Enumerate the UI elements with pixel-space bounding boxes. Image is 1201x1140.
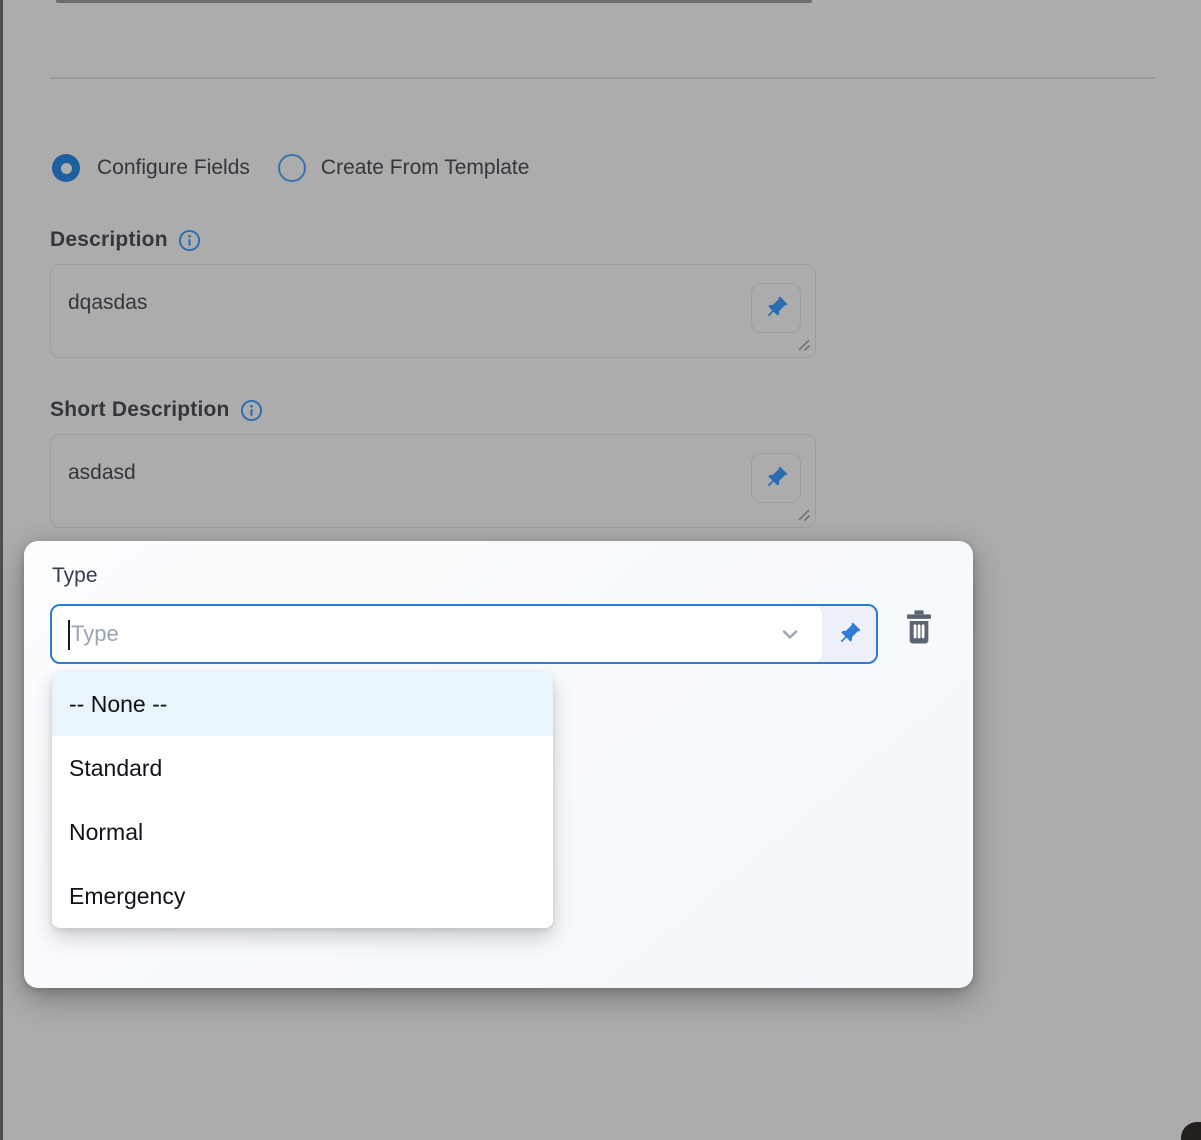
info-icon[interactable] [178, 229, 201, 252]
short-description-label-row: Short Description [50, 396, 263, 424]
pushpin-icon [836, 621, 862, 647]
type-input[interactable] [52, 606, 822, 662]
radio-create-from-template-label[interactable]: Create From Template [321, 156, 530, 180]
description-label: Description [50, 228, 168, 252]
description-textarea[interactable]: dqasdas [50, 264, 816, 358]
dropdown-option-standard[interactable]: Standard [52, 736, 553, 800]
short-description-field-wrap: asdasd [50, 434, 816, 528]
short-description-textarea[interactable]: asdasd [50, 434, 816, 528]
trash-icon [903, 608, 935, 646]
description-field-wrap: dqasdas [50, 264, 816, 358]
field-mode-radio-group: Configure Fields Create From Template [52, 152, 529, 184]
type-label: Type [52, 564, 98, 588]
resize-handle-icon[interactable] [796, 507, 812, 523]
panel-left-border [0, 0, 3, 1140]
background-window-corner [1181, 1122, 1201, 1140]
type-pin-button[interactable] [822, 606, 876, 662]
description-pin-button[interactable] [751, 283, 801, 333]
clipped-field-bottom-edge [56, 0, 812, 3]
dropdown-option-normal[interactable]: Normal [52, 800, 553, 864]
radio-create-from-template[interactable] [278, 154, 306, 182]
short-description-label: Short Description [50, 398, 230, 422]
pushpin-icon [763, 295, 789, 321]
resize-handle-icon[interactable] [796, 337, 812, 353]
radio-configure-fields-label[interactable]: Configure Fields [97, 156, 250, 180]
dropdown-option-none[interactable]: -- None -- [52, 672, 553, 736]
radio-selected-dot [61, 163, 72, 174]
radio-configure-fields[interactable] [52, 154, 80, 182]
delete-field-button[interactable] [900, 605, 938, 649]
dropdown-option-emergency[interactable]: Emergency [52, 864, 553, 928]
section-divider [50, 77, 1155, 79]
type-combobox-field[interactable] [52, 606, 822, 662]
pushpin-icon [763, 465, 789, 491]
info-icon[interactable] [240, 399, 263, 422]
type-combobox-group [50, 604, 878, 664]
short-description-pin-button[interactable] [751, 453, 801, 503]
type-dropdown-menu: -- None -- Standard Normal Emergency [52, 672, 553, 928]
type-field-spotlight-card: Type -- None -- Standard Normal Em [24, 541, 973, 988]
description-label-row: Description [50, 226, 201, 254]
text-cursor [68, 620, 70, 650]
chevron-down-icon[interactable] [778, 622, 802, 646]
